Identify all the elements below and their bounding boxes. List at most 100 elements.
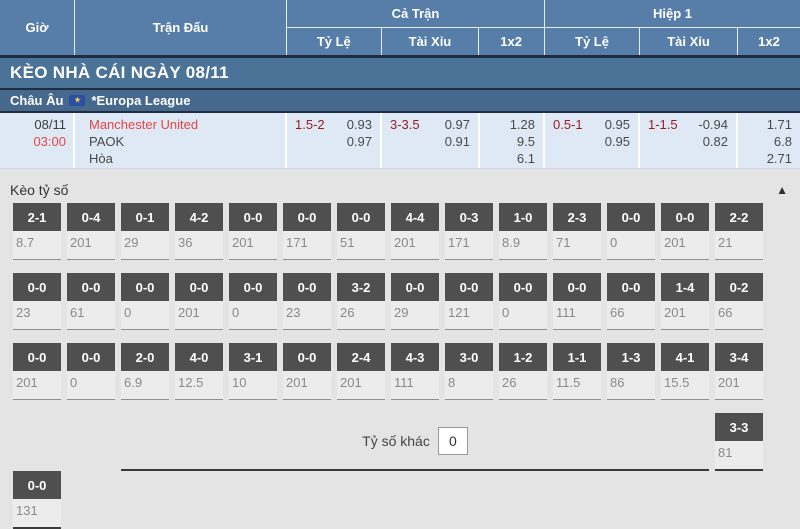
score-odds-value: 201 (391, 231, 439, 252)
score-odds-cell[interactable]: 0-00 (121, 273, 169, 330)
score-odds-value: 201 (67, 231, 115, 252)
score-odds-cell[interactable]: 2-4201 (337, 343, 385, 400)
score-label: 0-0 (283, 203, 331, 231)
score-odds-cell[interactable]: 4-236 (175, 203, 223, 260)
score-odds-cell[interactable]: 2-221 (715, 203, 763, 260)
other-score-cell: Tỷ số khác 0 (121, 413, 709, 471)
score-odds-cell[interactable]: 0-4201 (67, 203, 115, 260)
score-odds-value: 26 (499, 371, 547, 392)
score-odds-value: 171 (445, 231, 493, 252)
full-under-odds[interactable]: 0.91 (445, 133, 470, 150)
score-odds-cell[interactable]: 4-115.5 (661, 343, 709, 400)
away-team-name[interactable]: PAOK (89, 133, 285, 150)
full-1x2-draw-odds[interactable]: 9.5 (480, 133, 535, 150)
score-label: 3-4 (715, 343, 763, 371)
score-odds-value: 171 (283, 231, 331, 252)
score-odds-cell[interactable]: 0-0201 (283, 343, 331, 400)
full-handicap-away-odds[interactable]: 0.97 (347, 133, 372, 150)
match-time-cell: 08/11 03:00 (0, 113, 75, 168)
other-score-input[interactable]: 0 (438, 427, 468, 455)
full-handicap-home-odds[interactable]: 0.93 (347, 116, 372, 133)
score-odds-cell[interactable]: 1-111.5 (553, 343, 601, 400)
score-odds-cell[interactable]: 1-08.9 (499, 203, 547, 260)
score-odds-cell[interactable]: 2-371 (553, 203, 601, 260)
score-odds-cell[interactable]: 2-06.9 (121, 343, 169, 400)
score-odds-cell[interactable]: 0-0201 (661, 203, 709, 260)
score-odds-cell[interactable]: 0-0201 (13, 343, 61, 400)
score-grid-row-last: Tỷ số khác 0 3-381 0-0131 (0, 413, 800, 529)
date-banner: KÈO NHÀ CÁI NGÀY 08/11 (0, 58, 800, 90)
score-odds-value: 10 (229, 371, 277, 392)
score-odds-cell[interactable]: 0-00 (607, 203, 655, 260)
score-odds-cell[interactable]: 3-110 (229, 343, 277, 400)
score-odds-cell[interactable]: 3-08 (445, 343, 493, 400)
score-grid-row: 0-0230-0610-000-02010-000-0233-2260-0290… (0, 273, 800, 330)
score-odds-value: 0 (607, 231, 655, 252)
score-odds-cell[interactable]: 0-051 (337, 203, 385, 260)
full-over-odds[interactable]: 0.97 (445, 116, 470, 133)
score-odds-cell[interactable]: 0-066 (607, 273, 655, 330)
score-odds-cell[interactable]: 0-0201 (229, 203, 277, 260)
home-team-name[interactable]: Manchester United (89, 116, 285, 133)
score-odds-value: 201 (661, 301, 709, 322)
half-overunder-line: 1-1.5 (648, 116, 678, 168)
score-odds-value: 8.7 (13, 231, 61, 252)
score-odds-value: 0 (229, 301, 277, 322)
chevron-up-icon[interactable]: ▲ (776, 183, 788, 197)
score-odds-cell[interactable]: 0-029 (391, 273, 439, 330)
score-odds-value: 201 (283, 371, 331, 392)
score-odds-cell[interactable]: 0-0201 (175, 273, 223, 330)
column-header-time: Giờ (0, 0, 75, 55)
subheader-half-overunder: Tài Xỉu (640, 28, 738, 55)
league-region: Châu Âu (10, 93, 63, 108)
score-odds-value: 111 (553, 301, 601, 322)
half-over-odds[interactable]: -0.94 (698, 116, 728, 133)
score-odds-cell[interactable]: 1-226 (499, 343, 547, 400)
score-odds-cell[interactable]: 3-4201 (715, 343, 763, 400)
score-odds-cell[interactable]: 4-4201 (391, 203, 439, 260)
half-1x2-cell: 1.71 6.8 2.71 (738, 113, 800, 168)
full-1x2-away-odds[interactable]: 6.1 (480, 150, 535, 167)
score-odds-cell[interactable]: 3-381 (715, 413, 763, 471)
subheader-half-1x2: 1x2 (738, 28, 800, 55)
score-odds-cell[interactable]: 2-18.7 (13, 203, 61, 260)
full-1x2-home-odds[interactable]: 1.28 (480, 116, 535, 133)
score-odds-cell[interactable]: 1-4201 (661, 273, 709, 330)
score-label: 1-0 (499, 203, 547, 231)
score-label: 4-3 (391, 343, 439, 371)
score-label: 0-0 (499, 273, 547, 301)
score-label: 0-0 (13, 273, 61, 301)
half-1x2-draw-odds[interactable]: 6.8 (738, 133, 792, 150)
score-odds-cell[interactable]: 0-023 (13, 273, 61, 330)
league-name[interactable]: *Europa League (91, 93, 190, 108)
eu-flag-icon: ★ (69, 95, 85, 106)
score-odds-cell[interactable]: 0-00 (67, 343, 115, 400)
score-odds-cell[interactable]: 0-129 (121, 203, 169, 260)
score-odds-cell[interactable]: 3-226 (337, 273, 385, 330)
score-odds-cell[interactable]: 0-3171 (445, 203, 493, 260)
half-1x2-home-odds[interactable]: 1.71 (738, 116, 792, 133)
score-odds-cell[interactable]: 0-023 (283, 273, 331, 330)
score-odds-value: 11.5 (553, 371, 601, 392)
score-odds-cell[interactable]: 4-012.5 (175, 343, 223, 400)
group-header-full-time: Cả Trận (287, 0, 544, 28)
half-under-odds[interactable]: 0.82 (698, 133, 728, 150)
score-odds-cell[interactable]: 0-0121 (445, 273, 493, 330)
half-handicap-away-odds[interactable]: 0.95 (605, 133, 630, 150)
score-odds-cell[interactable]: 0-0111 (553, 273, 601, 330)
score-odds-cell[interactable]: 1-386 (607, 343, 655, 400)
score-label: 0-1 (121, 203, 169, 231)
half-handicap-home-odds[interactable]: 0.95 (605, 116, 630, 133)
score-odds-cell[interactable]: 0-0131 (13, 471, 61, 529)
score-odds-cell[interactable]: 0-266 (715, 273, 763, 330)
score-odds-cell[interactable]: 0-0171 (283, 203, 331, 260)
score-odds-cell[interactable]: 0-061 (67, 273, 115, 330)
score-odds-cell[interactable]: 0-00 (499, 273, 547, 330)
score-odds-cell[interactable]: 4-3111 (391, 343, 439, 400)
league-bar[interactable]: Châu Âu ★ *Europa League (0, 90, 800, 113)
half-1x2-away-odds[interactable]: 2.71 (738, 150, 792, 167)
score-odds-value: 66 (715, 301, 763, 322)
score-odds-cell[interactable]: 0-00 (229, 273, 277, 330)
score-section-title: Kèo tỷ số (10, 182, 68, 198)
score-odds-value: 201 (13, 371, 61, 392)
